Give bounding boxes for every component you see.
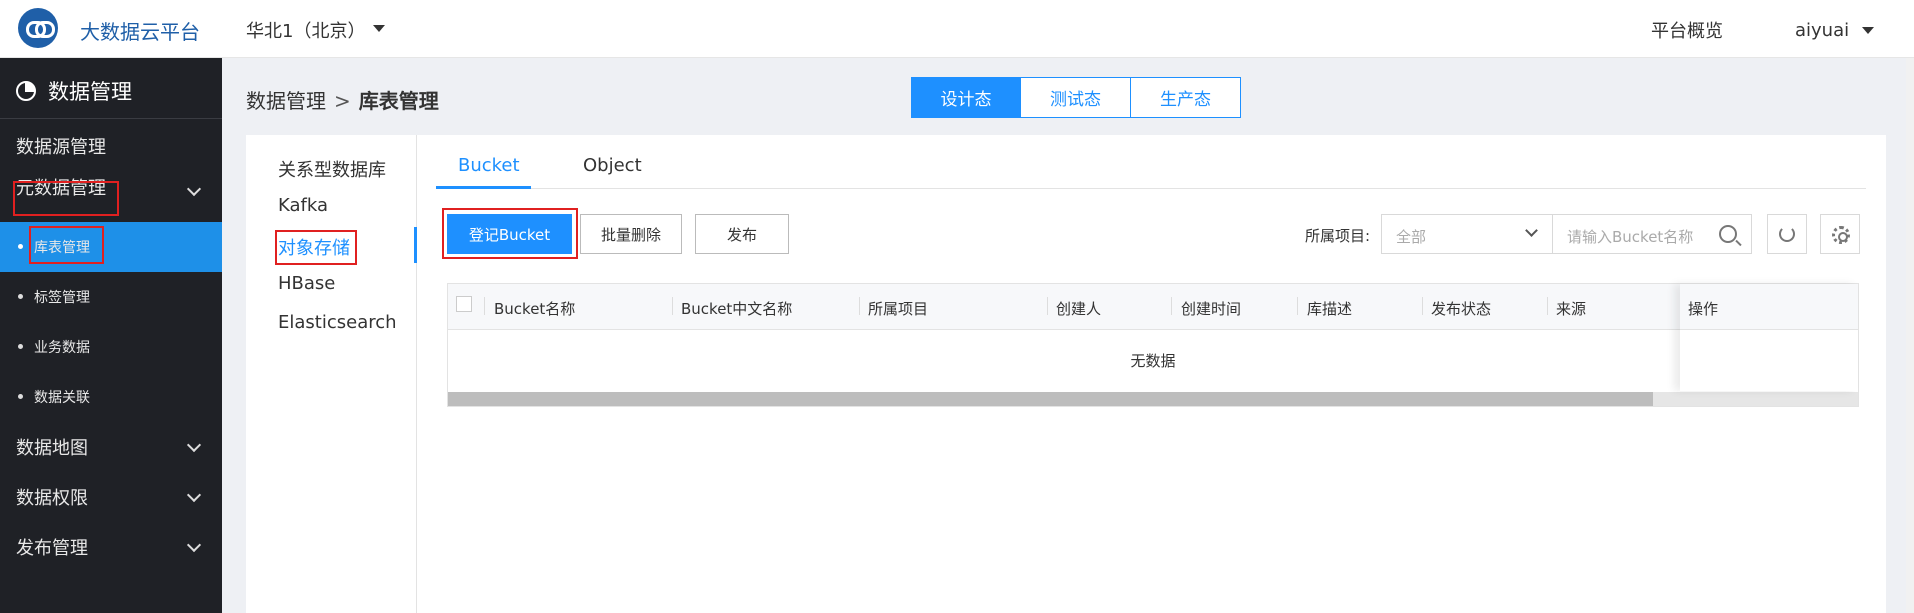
column-separator xyxy=(1422,297,1423,315)
main-panel: 关系型数据库 Kafka 对象存储 HBase Elasticsearch Bu… xyxy=(246,135,1886,613)
nav-item-hbase[interactable]: HBase xyxy=(278,273,335,294)
column-separator xyxy=(672,297,673,315)
column-header[interactable]: Bucket名称 xyxy=(494,298,575,319)
column-separator xyxy=(1297,297,1298,315)
column-header[interactable]: 来源 xyxy=(1556,298,1586,319)
sidebar-title-text: 数据管理 xyxy=(48,80,132,104)
platform-logo-icon[interactable] xyxy=(18,8,58,48)
search-placeholder: 请输入Bucket名称 xyxy=(1567,228,1694,246)
column-separator xyxy=(484,297,485,315)
gear-icon xyxy=(1832,226,1850,244)
breadcrumb-separator: > xyxy=(334,89,351,113)
storage-type-nav: 关系型数据库 Kafka 对象存储 HBase Elasticsearch xyxy=(246,135,417,613)
tab-bucket[interactable]: Bucket xyxy=(458,155,520,176)
tab-design[interactable]: 设计态 xyxy=(911,77,1021,118)
project-select-value: 全部 xyxy=(1396,228,1427,246)
sidebar-subitem-label: 业务数据 xyxy=(34,340,90,356)
active-indicator xyxy=(414,227,417,263)
highlight-box xyxy=(442,208,578,259)
divider xyxy=(0,118,222,119)
breadcrumb-current: 库表管理 xyxy=(358,89,439,113)
column-header[interactable]: 创建时间 xyxy=(1181,298,1241,319)
chevron-down-icon xyxy=(1525,224,1538,237)
page-scrollbar[interactable] xyxy=(1906,58,1914,613)
refresh-icon xyxy=(1779,226,1795,242)
horizontal-scrollbar[interactable] xyxy=(448,392,1858,406)
tab-test[interactable]: 测试态 xyxy=(1021,77,1131,118)
fixed-actions-column: 操作 xyxy=(1680,284,1858,391)
chevron-down-icon[interactable] xyxy=(373,25,385,32)
column-separator xyxy=(1547,297,1548,315)
table-header: Bucket名称 Bucket中文名称 所属项目 创建人 创建时间 库描述 发布… xyxy=(448,284,1858,330)
chevron-down-icon[interactable] xyxy=(1862,27,1874,34)
chevron-down-icon[interactable] xyxy=(186,487,202,503)
tab-production[interactable]: 生产态 xyxy=(1131,77,1241,118)
chevron-down-icon[interactable] xyxy=(186,537,202,553)
top-header: 大数据云平台 华北1（北京） 平台概览 aiyuai xyxy=(0,0,1914,58)
scrollbar-thumb[interactable] xyxy=(448,392,1653,406)
nav-item-kafka[interactable]: Kafka xyxy=(278,195,328,216)
column-header: 操作 xyxy=(1680,284,1858,330)
bullet-icon xyxy=(18,344,23,349)
highlight-box xyxy=(275,230,357,265)
batch-delete-button[interactable]: 批量删除 xyxy=(580,214,682,254)
settings-button[interactable] xyxy=(1820,214,1860,254)
chevron-down-icon[interactable] xyxy=(186,437,202,453)
sidebar-item-data-map[interactable]: 数据地图 xyxy=(16,434,88,460)
sidebar-item-data-permission[interactable]: 数据权限 xyxy=(16,484,88,510)
bullet-icon xyxy=(18,244,23,249)
bucket-table: Bucket名称 Bucket中文名称 所属项目 创建人 创建时间 库描述 发布… xyxy=(447,283,1859,407)
pie-chart-icon xyxy=(16,81,36,101)
sidebar-subitem-label: 标签管理 xyxy=(34,290,90,306)
column-separator xyxy=(1047,297,1048,315)
column-separator xyxy=(859,297,860,315)
region-selector[interactable]: 华北1（北京） xyxy=(246,17,365,43)
tab-underline xyxy=(436,186,531,189)
nav-item-elasticsearch[interactable]: Elasticsearch xyxy=(278,312,397,333)
column-header[interactable]: 库描述 xyxy=(1307,298,1352,319)
column-separator xyxy=(1171,297,1172,315)
user-menu[interactable]: aiyuai xyxy=(1795,20,1849,41)
project-select[interactable]: 全部 xyxy=(1381,214,1553,254)
chevron-down-icon[interactable] xyxy=(186,181,202,197)
sidebar-item-datasource[interactable]: 数据源管理 xyxy=(16,133,106,159)
refresh-button[interactable] xyxy=(1767,214,1807,254)
column-header[interactable]: Bucket中文名称 xyxy=(681,298,792,319)
nav-item-relational-db[interactable]: 关系型数据库 xyxy=(278,156,386,182)
tab-object[interactable]: Object xyxy=(583,155,642,176)
breadcrumb-parent[interactable]: 数据管理 xyxy=(246,89,326,113)
select-all-checkbox[interactable] xyxy=(456,296,472,312)
highlight-box xyxy=(13,181,119,216)
sidebar-subitem-business-data[interactable]: 业务数据 xyxy=(0,322,222,372)
sidebar-subitem-label: 数据关联 xyxy=(34,390,90,406)
empty-state: 无数据 xyxy=(1130,352,1176,370)
bucket-search-input[interactable]: 请输入Bucket名称 xyxy=(1552,214,1752,254)
breadcrumb: 数据管理 > 库表管理 xyxy=(246,85,439,114)
bullet-icon xyxy=(18,294,23,299)
column-header[interactable]: 所属项目 xyxy=(868,298,928,319)
column-header[interactable]: 发布状态 xyxy=(1431,298,1491,319)
sidebar-subitem-tag-management[interactable]: 标签管理 xyxy=(0,272,222,322)
environment-tabs: 设计态 测试态 生产态 xyxy=(911,77,1241,118)
highlight-box xyxy=(29,226,104,264)
sidebar-title: 数据管理 xyxy=(16,76,132,106)
content-tabs: Bucket Object xyxy=(436,135,1866,189)
search-icon[interactable] xyxy=(1719,225,1737,243)
project-filter-label: 所属项目: xyxy=(1305,227,1371,245)
publish-button[interactable]: 发布 xyxy=(695,214,789,254)
brand-title[interactable]: 大数据云平台 xyxy=(80,16,200,45)
platform-overview-link[interactable]: 平台概览 xyxy=(1651,17,1723,43)
sidebar: 数据管理 数据源管理 元数据管理 库表管理 标签管理 业务数据 数据关联 数据地… xyxy=(0,58,222,613)
column-header[interactable]: 创建人 xyxy=(1056,298,1101,319)
bullet-icon xyxy=(18,394,23,399)
sidebar-subitem-data-association[interactable]: 数据关联 xyxy=(0,372,222,422)
sidebar-item-publish-management[interactable]: 发布管理 xyxy=(16,534,88,560)
